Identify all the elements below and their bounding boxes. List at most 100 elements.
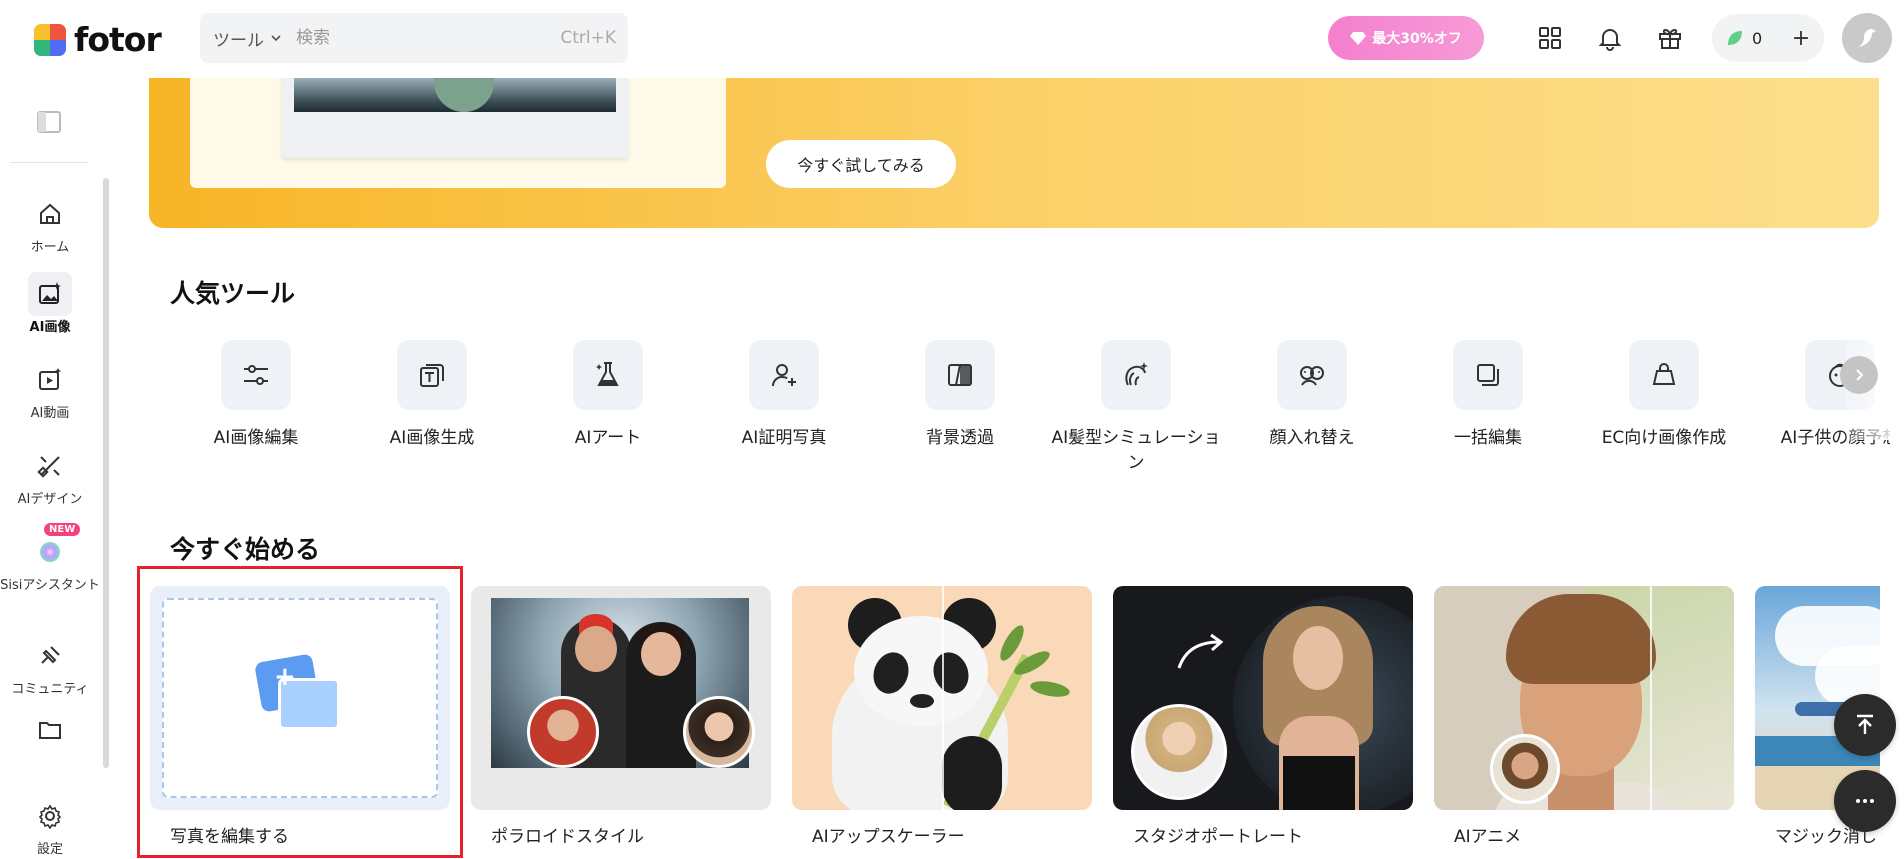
shopping-bag-icon bbox=[1652, 363, 1676, 385]
card-ai-upscaler[interactable]: AIアップスケーラー bbox=[792, 586, 1092, 847]
flask-icon bbox=[596, 362, 619, 386]
credits-count: 0 bbox=[1752, 28, 1763, 48]
sidebar-item-settings[interactable]: 設定 bbox=[0, 794, 100, 857]
community-icon bbox=[41, 646, 60, 664]
ai-video-icon bbox=[39, 368, 61, 390]
card-label: ポラロイドスタイル bbox=[491, 827, 644, 847]
tool-label: AI画像編集 bbox=[213, 428, 299, 448]
batch-edit-icon bbox=[1477, 364, 1499, 386]
search-shortcut-hint: Ctrl+K bbox=[560, 28, 616, 48]
promo-discount-button[interactable]: 最大30%オフ bbox=[1328, 16, 1484, 60]
hero-banner: 今すぐ試してみる bbox=[149, 78, 1879, 228]
tool-background-remover[interactable]: 背景透過 bbox=[872, 340, 1048, 451]
sidebar: ホーム AI画像 AI動画 AIデザイン NEW Sisiアシスタント コミュニ… bbox=[0, 78, 109, 859]
card-polaroid-style[interactable]: ポラロイドスタイル bbox=[471, 586, 771, 847]
tool-label: AIアート bbox=[574, 428, 642, 448]
tool-ai-photo-edit[interactable]: AI画像編集 bbox=[170, 340, 344, 451]
carousel-next-button[interactable] bbox=[1840, 356, 1878, 394]
sidebar-item-label: AI動画 bbox=[30, 406, 70, 421]
card-ai-anime[interactable]: AIアニメ bbox=[1434, 586, 1734, 847]
highlight-box bbox=[137, 566, 463, 858]
tool-label: EC向け画像作成 bbox=[1601, 428, 1727, 448]
popular-tools-title: 人気ツール bbox=[170, 279, 296, 308]
folder-icon bbox=[39, 722, 61, 739]
tool-label: AI髪型シミュレーション bbox=[1051, 428, 1221, 473]
logo-text: fotor bbox=[74, 20, 162, 59]
tool-ai-art[interactable]: AIアート bbox=[520, 340, 696, 451]
tool-category-label: ツール bbox=[213, 30, 264, 51]
logo-mark-icon bbox=[34, 23, 66, 56]
chevron-right-icon bbox=[1856, 369, 1864, 381]
promo-label: 最大30%オフ bbox=[1372, 31, 1462, 47]
card-label: スタジオポートレート bbox=[1133, 827, 1303, 847]
leaf-icon bbox=[1728, 31, 1742, 45]
sidebar-item-sisi-assistant[interactable]: NEW Sisiアシスタント bbox=[0, 523, 100, 593]
arrow-icon bbox=[1177, 633, 1224, 669]
card-studio-portrait[interactable]: スタジオポートレート bbox=[1113, 586, 1413, 847]
sidebar-item-ai-design[interactable]: AIデザイン bbox=[0, 444, 100, 507]
sidebar-item-label: コミュニティ bbox=[11, 682, 89, 697]
sidebar-item-label: 設定 bbox=[36, 842, 63, 857]
notification-bell-icon[interactable] bbox=[1596, 24, 1624, 52]
home-icon bbox=[40, 203, 60, 224]
sidebar-item-home[interactable]: ホーム bbox=[0, 192, 100, 255]
ai-anime-thumbnail bbox=[1434, 586, 1734, 810]
search-input[interactable] bbox=[296, 28, 546, 48]
tool-label: AI証明写真 bbox=[741, 428, 827, 448]
upscaler-thumbnail bbox=[792, 586, 1092, 810]
diamond-icon bbox=[1350, 32, 1367, 45]
sidebar-item-label: AIデザイン bbox=[17, 492, 83, 507]
more-dots-icon bbox=[1856, 799, 1874, 803]
arrow-up-icon bbox=[1857, 714, 1873, 734]
sidebar-item-ai-video[interactable]: AI動画 bbox=[0, 358, 100, 421]
search-bar: ツール Ctrl+K bbox=[200, 13, 628, 63]
sidebar-divider bbox=[10, 162, 88, 163]
user-avatar[interactable] bbox=[1842, 13, 1892, 63]
studio-portrait-thumbnail bbox=[1113, 586, 1413, 810]
banner-polaroid-image bbox=[282, 78, 628, 158]
sidebar-scrollbar[interactable] bbox=[103, 178, 109, 768]
sidebar-item-label: Sisiアシスタント bbox=[0, 578, 100, 593]
sisi-assistant-icon bbox=[40, 542, 60, 562]
apps-grid-icon[interactable] bbox=[1536, 24, 1564, 52]
tool-ai-id-photo[interactable]: AI証明写真 bbox=[696, 340, 872, 451]
tool-category-select[interactable]: ツール bbox=[213, 26, 282, 51]
sidebar-collapse-icon[interactable] bbox=[37, 111, 61, 133]
text-to-image-icon bbox=[420, 364, 444, 387]
sidebar-item-ai-image[interactable]: AI画像 bbox=[0, 272, 100, 335]
sidebar-item-community[interactable]: コミュニティ bbox=[0, 634, 100, 697]
tool-label: 背景透過 bbox=[926, 428, 994, 448]
tool-label: 顔入れ替え bbox=[1269, 428, 1355, 448]
tool-ai-hairstyle[interactable]: AI髪型シミュレーション bbox=[1048, 340, 1224, 476]
banner-preview-card bbox=[190, 78, 726, 188]
ai-design-icon bbox=[37, 456, 60, 478]
tool-batch-edit[interactable]: 一括編集 bbox=[1400, 340, 1576, 451]
more-options-button[interactable] bbox=[1834, 770, 1896, 832]
chevron-down-icon bbox=[271, 35, 281, 42]
polaroid-thumbnail bbox=[471, 586, 771, 810]
ai-image-icon bbox=[39, 282, 61, 304]
sidebar-item-label: ホーム bbox=[30, 240, 70, 255]
add-credits-button[interactable]: + bbox=[1786, 23, 1816, 53]
sliders-icon bbox=[244, 365, 268, 385]
fotor-logo[interactable]: fotor bbox=[34, 20, 162, 59]
card-label: AIアップスケーラー bbox=[812, 827, 965, 847]
sidebar-item-label: AI画像 bbox=[29, 320, 71, 335]
tool-label: AI画像生成 bbox=[389, 428, 475, 448]
id-photo-icon bbox=[772, 364, 796, 387]
top-bar: fotor ツール Ctrl+K 最大30%オフ 0 + bbox=[0, 0, 1904, 78]
popular-tools-carousel: AI画像編集 AI画像生成 AIアート AI証明写真 背景透過 AI髪型シミュレ… bbox=[170, 340, 1890, 480]
tool-ecommerce-image[interactable]: EC向け画像作成 bbox=[1576, 340, 1752, 451]
default-avatar-icon bbox=[1858, 29, 1876, 47]
tool-ai-image-generator[interactable]: AI画像生成 bbox=[344, 340, 520, 451]
face-swap-icon bbox=[1300, 366, 1324, 386]
hairstyle-icon bbox=[1125, 362, 1148, 386]
try-now-button[interactable]: 今すぐ試してみる bbox=[766, 140, 956, 188]
tool-face-swap[interactable]: 顔入れ替え bbox=[1224, 340, 1400, 451]
sidebar-item-folder[interactable] bbox=[0, 714, 100, 748]
settings-icon bbox=[38, 804, 62, 829]
card-label: AIアニメ bbox=[1454, 827, 1522, 847]
tool-label: 一括編集 bbox=[1454, 428, 1522, 448]
scroll-to-top-button[interactable] bbox=[1834, 694, 1896, 756]
gift-icon[interactable] bbox=[1656, 24, 1684, 52]
